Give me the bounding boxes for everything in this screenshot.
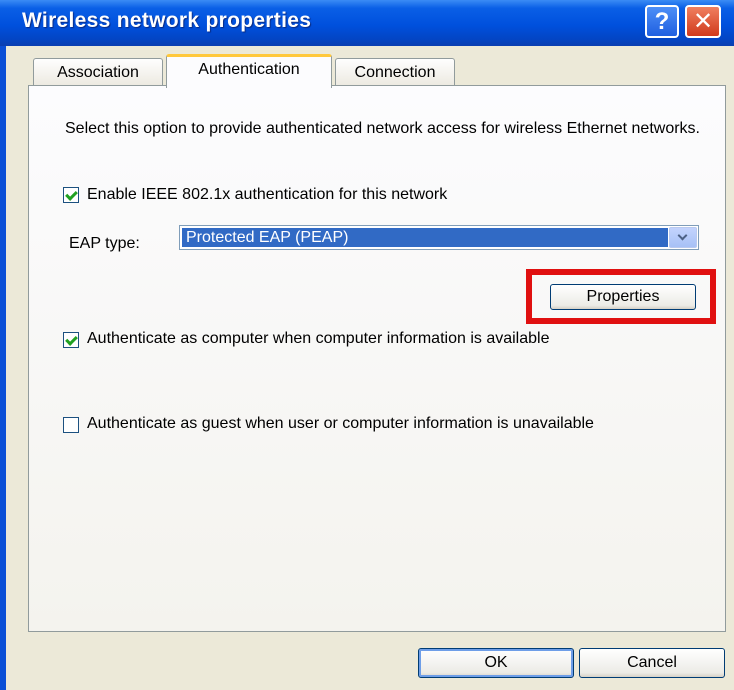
auth-computer-checkbox[interactable] (63, 332, 79, 348)
dialog-window: Wireless network properties ? ✕ Associat… (0, 0, 734, 690)
close-icon: ✕ (692, 8, 714, 35)
title-bar[interactable]: Wireless network properties ? ✕ (0, 0, 734, 46)
eap-type-value: Protected EAP (PEAP) (182, 228, 668, 247)
cancel-button[interactable]: Cancel (579, 648, 725, 678)
help-button[interactable]: ? (645, 5, 679, 38)
authentication-panel: Select this option to provide authentica… (28, 85, 726, 632)
tab-association[interactable]: Association (33, 58, 163, 86)
auth-guest-label[interactable]: Authenticate as guest when user or compu… (87, 415, 687, 432)
eap-type-select[interactable]: Protected EAP (PEAP) (179, 225, 699, 250)
enable-8021x-label[interactable]: Enable IEEE 802.1x authentication for th… (87, 186, 447, 203)
auth-computer-label[interactable]: Authenticate as computer when computer i… (87, 330, 549, 347)
chevron-down-icon[interactable] (669, 227, 697, 248)
close-button[interactable]: ✕ (685, 5, 721, 38)
ok-button[interactable]: OK (418, 648, 574, 678)
properties-button[interactable]: Properties (550, 284, 696, 310)
tab-strip: Association Authentication Connection (6, 46, 734, 88)
tab-authentication[interactable]: Authentication (166, 54, 332, 88)
description-text: Select this option to provide authentica… (65, 120, 700, 137)
help-icon: ? (654, 7, 670, 35)
enable-8021x-checkbox[interactable] (63, 187, 79, 203)
window-title: Wireless network properties (22, 9, 312, 32)
tab-connection[interactable]: Connection (335, 58, 455, 86)
auth-guest-checkbox[interactable] (63, 417, 79, 433)
eap-type-label: EAP type: (69, 235, 140, 252)
